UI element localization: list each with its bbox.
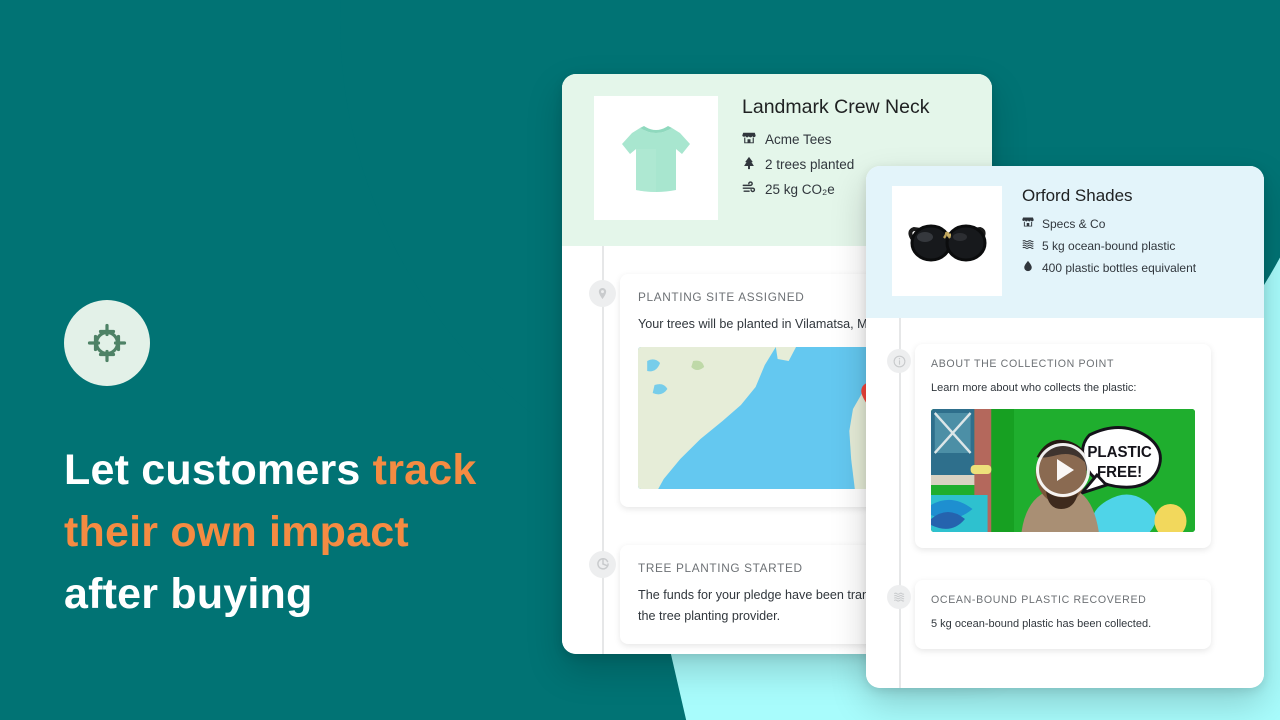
meta-label: Acme Tees — [765, 132, 832, 147]
meta-label: 2 trees planted — [765, 157, 855, 172]
refresh-progress-icon — [589, 550, 616, 578]
hero-headline-line-2: their own impact — [64, 507, 409, 556]
timeline-heading: OCEAN-BOUND PLASTIC RECOVERED — [931, 593, 1147, 606]
collection-point-video[interactable]: PLASTIC FREE! — [931, 408, 1195, 532]
target-crosshair-icon — [85, 321, 129, 365]
timeline: ABOUT THE COLLECTION POINT Learn more ab… — [866, 318, 1264, 688]
meta-row: Specs & Co — [1022, 216, 1196, 231]
play-button[interactable] — [1036, 443, 1090, 498]
info-icon — [887, 349, 911, 373]
meta-label: 5 kg ocean-bound plastic — [1042, 238, 1176, 253]
timeline-body: 5 kg ocean-bound plastic has been collec… — [931, 617, 1152, 630]
timeline-panel[interactable]: OCEAN-BOUND PLASTIC RECOVERED 5 kg ocean… — [915, 579, 1211, 650]
timeline-body: Learn more about who collects the plasti… — [931, 382, 1137, 394]
store-icon — [1022, 216, 1034, 231]
hero-headline: Let customers track their own impact aft… — [64, 440, 534, 626]
meta-label: 400 plastic bottles equivalent — [1042, 260, 1197, 275]
play-triangle-icon — [1057, 459, 1074, 482]
product-meta-list: Specs & Co 5 kg ocean-bound plastic 400 … — [1022, 216, 1196, 275]
promo-banner: Let customers track their own impact aft… — [0, 0, 1280, 720]
timeline-item: ABOUT THE COLLECTION POINT Learn more ab… — [866, 318, 1264, 548]
impact-card-orford-shades[interactable]: Orford Shades Specs & Co 5 kg ocean-boun… — [866, 166, 1264, 688]
hero-headline-line-1: Let customers track — [64, 440, 534, 502]
waves-circle-icon — [887, 584, 911, 609]
timeline-heading: ABOUT THE COLLECTION POINT — [931, 358, 1115, 370]
map-pin-icon — [589, 280, 616, 307]
timeline-panel[interactable]: ABOUT THE COLLECTION POINT Learn more ab… — [915, 344, 1211, 548]
product-title: Landmark Crew Neck — [742, 96, 930, 118]
waves-icon — [1022, 238, 1034, 253]
svg-text:PLASTIC: PLASTIC — [1087, 443, 1151, 460]
hero-headline-accent: track — [372, 446, 477, 494]
hero-headline-text-a: Let customers — [64, 446, 373, 494]
meta-row: 400 plastic bottles equivalent — [1022, 260, 1196, 275]
product-header: Orford Shades Specs & Co 5 kg ocean-boun… — [866, 166, 1264, 318]
timeline-item: OCEAN-BOUND PLASTIC RECOVERED 5 kg ocean… — [866, 548, 1264, 650]
store-icon — [742, 131, 756, 148]
hero-headline-line-3: after buying — [64, 569, 313, 618]
tshirt-image — [594, 96, 718, 220]
droplet-icon — [1022, 260, 1034, 275]
meta-row: 5 kg ocean-bound plastic — [1022, 238, 1196, 253]
sunglasses-image — [892, 186, 1002, 296]
hero-block: Let customers track their own impact aft… — [64, 300, 534, 626]
product-info: Orford Shades Specs & Co 5 kg ocean-boun… — [1022, 186, 1196, 296]
meta-label: Specs & Co — [1042, 216, 1106, 231]
product-title: Orford Shades — [1022, 186, 1133, 205]
meta-row: Acme Tees — [742, 131, 929, 148]
meta-label: 25 kg CO₂e — [765, 182, 835, 197]
hero-badge — [64, 300, 150, 386]
svg-text:FREE!: FREE! — [1097, 463, 1142, 480]
emissions-icon — [742, 181, 756, 198]
tree-icon — [742, 156, 756, 173]
